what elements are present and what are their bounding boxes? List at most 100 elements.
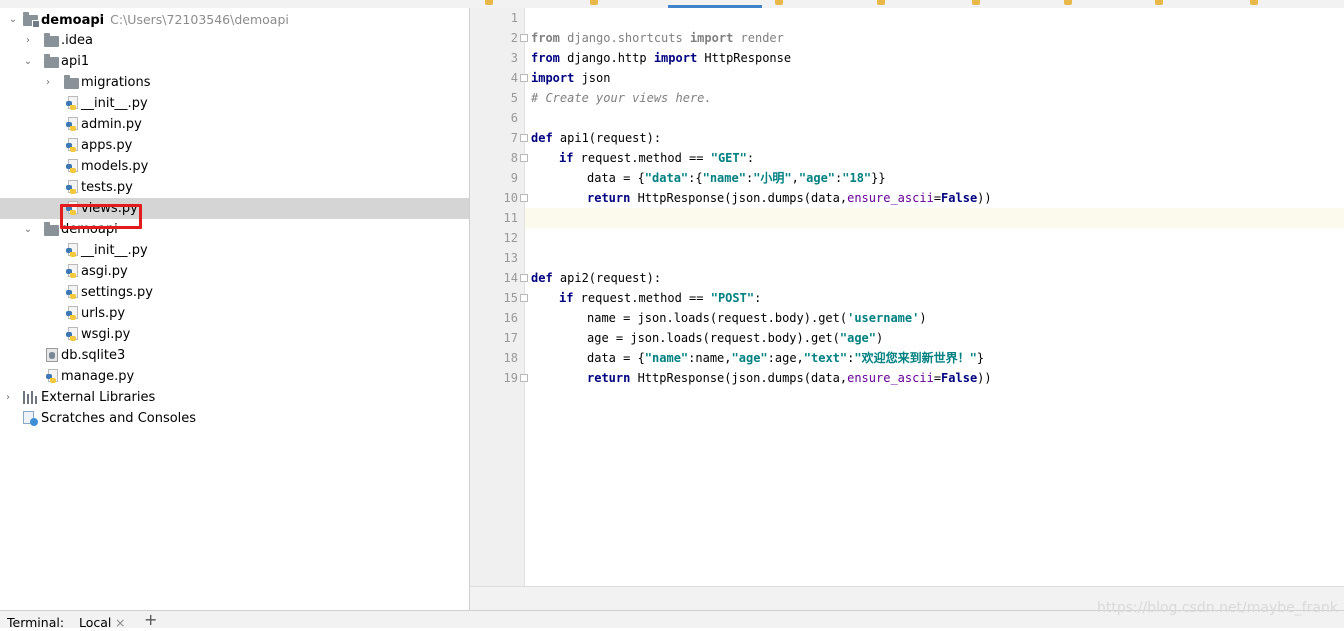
- terminal-tab-local[interactable]: Local: [79, 615, 111, 631]
- code-token: from: [531, 31, 560, 45]
- tree-item-external-libraries[interactable]: › External Libraries: [0, 387, 469, 408]
- code-token: False: [941, 191, 978, 205]
- code-line[interactable]: data = {"data":{"name":"小明","age":"18"}}: [587, 168, 886, 188]
- fold-marker-icon[interactable]: [520, 294, 528, 302]
- code-line[interactable]: if request.method == "POST":: [559, 288, 761, 308]
- code-line[interactable]: from django.shortcuts import render: [531, 28, 784, 48]
- tree-item-label: migrations: [81, 75, 151, 90]
- current-line-highlight: [470, 208, 1344, 228]
- tree-item-manage-py[interactable]: manage.py: [0, 366, 469, 387]
- folder-icon: [44, 54, 59, 68]
- fold-marker-icon[interactable]: [520, 134, 528, 142]
- tree-item-migrations[interactable]: › migrations: [0, 72, 469, 93]
- fold-marker-icon[interactable]: [520, 374, 528, 382]
- python-file-icon: [66, 117, 78, 132]
- fold-marker-icon[interactable]: [520, 154, 528, 162]
- code-token: request.method ==: [573, 151, 711, 165]
- line-number: 6: [510, 111, 518, 125]
- file-tab-icon[interactable]: [1155, 0, 1163, 5]
- tree-item-asgi-py[interactable]: asgi.py: [0, 261, 469, 282]
- fold-marker-icon[interactable]: [520, 274, 528, 282]
- tree-item-init-py[interactable]: __init__.py: [0, 240, 469, 261]
- line-number: 14: [503, 271, 518, 285]
- code-line[interactable]: return HttpResponse(json.dumps(data,ensu…: [587, 188, 992, 208]
- tree-item-tests-py[interactable]: tests.py: [0, 177, 469, 198]
- code-token: "age": [839, 331, 876, 345]
- tree-item-label: Scratches and Consoles: [41, 411, 197, 426]
- code-token: return: [587, 191, 631, 205]
- close-icon[interactable]: ×: [115, 615, 125, 631]
- code-line[interactable]: data = {"name":name,"age":age,"text":"欢迎…: [587, 348, 984, 368]
- code-line[interactable]: def api2(request):: [531, 268, 661, 288]
- line-number: 9: [510, 171, 518, 185]
- active-file-tab[interactable]: [668, 0, 762, 8]
- file-tab-icon[interactable]: [972, 0, 980, 5]
- code-line[interactable]: name = json.loads(request.body).get('use…: [587, 308, 927, 328]
- tree-item-label: External Libraries: [41, 390, 156, 405]
- python-file-icon: [66, 96, 78, 111]
- code-line[interactable]: age = json.loads(request.body).get("age"…: [587, 328, 883, 348]
- code-token: ):: [646, 271, 662, 285]
- chevron-down-icon[interactable]: ⌄: [22, 51, 34, 72]
- tree-item-scratches-consoles[interactable]: Scratches and Consoles: [0, 408, 469, 429]
- line-number: 17: [503, 331, 518, 345]
- tree-item-models-py[interactable]: models.py: [0, 156, 469, 177]
- tree-item-admin-py[interactable]: admin.py: [0, 114, 469, 135]
- code-token: :name,: [688, 351, 732, 365]
- chevron-right-icon[interactable]: ›: [22, 30, 34, 51]
- add-terminal-button[interactable]: +: [144, 612, 157, 628]
- folder-icon: [64, 75, 79, 89]
- file-tab-icon[interactable]: [1250, 0, 1258, 5]
- code-token: api2(: [552, 271, 597, 285]
- code-token: HttpResponse(json.dumps(data,: [630, 191, 848, 205]
- chevron-right-icon[interactable]: ›: [42, 72, 54, 93]
- file-tab-icon[interactable]: [877, 0, 885, 5]
- line-number: 18: [503, 351, 518, 365]
- file-tab-icon[interactable]: [1064, 0, 1072, 5]
- code-line[interactable]: # Create your views here.: [531, 88, 712, 108]
- chevron-right-icon[interactable]: ›: [2, 387, 14, 408]
- code-token: name = json.loads(request.body).get(: [587, 311, 848, 325]
- fold-marker-icon[interactable]: [520, 194, 528, 202]
- database-file-icon: [46, 348, 59, 363]
- code-token: ):: [646, 131, 662, 145]
- file-tab-icon[interactable]: [590, 0, 598, 5]
- code-token: def: [531, 271, 553, 285]
- tree-item-apps-py[interactable]: apps.py: [0, 135, 469, 156]
- line-number-gutter: 1 2 3 4 5 6 7 8 9 10 11 12 13 14 15 16 1…: [470, 8, 528, 586]
- code-token: "data": [644, 171, 689, 185]
- tree-item-idea[interactable]: › .idea: [0, 30, 469, 51]
- code-token: data = {: [587, 351, 645, 365]
- code-token: from: [531, 51, 560, 65]
- tree-item-init-py[interactable]: __init__.py: [0, 93, 469, 114]
- file-tab-icon[interactable]: [485, 0, 493, 5]
- code-token: ,: [791, 171, 799, 185]
- fold-marker-icon[interactable]: [520, 34, 528, 42]
- code-line[interactable]: return HttpResponse(json.dumps(data,ensu…: [587, 368, 992, 388]
- code-token: "name": [644, 351, 689, 365]
- tree-item-wsgi-py[interactable]: wsgi.py: [0, 324, 469, 345]
- code-token: def: [531, 131, 553, 145]
- tree-item-api1[interactable]: ⌄ api1: [0, 51, 469, 72]
- python-file-icon: [66, 138, 78, 153]
- code-token: "text": [803, 351, 848, 365]
- code-editor[interactable]: 1 2 3 4 5 6 7 8 9 10 11 12 13 14 15 16 1…: [470, 8, 1344, 586]
- code-token: request.method ==: [573, 291, 711, 305]
- code-line[interactable]: if request.method == "GET":: [559, 148, 754, 168]
- file-tab-icon[interactable]: [775, 0, 783, 5]
- code-line[interactable]: import json: [531, 68, 610, 88]
- code-line[interactable]: def api1(request):: [531, 128, 661, 148]
- tree-item-db-sqlite3[interactable]: db.sqlite3: [0, 345, 469, 366]
- tree-root-demoapi[interactable]: ⌄ demoapi C:\Users\72103546\demoapi: [0, 9, 469, 30]
- code-token: False: [941, 371, 978, 385]
- line-number: 16: [503, 311, 518, 325]
- tree-item-settings-py[interactable]: settings.py: [0, 282, 469, 303]
- chevron-down-icon[interactable]: ⌄: [7, 9, 19, 30]
- tree-item-urls-py[interactable]: urls.py: [0, 303, 469, 324]
- chevron-down-icon[interactable]: ⌄: [22, 219, 34, 240]
- code-line[interactable]: from django.http import HttpResponse: [531, 48, 791, 68]
- fold-marker-icon[interactable]: [520, 74, 528, 82]
- line-number: 8: [510, 151, 518, 165]
- code-token: api1(: [552, 131, 597, 145]
- code-token: "age": [731, 351, 768, 365]
